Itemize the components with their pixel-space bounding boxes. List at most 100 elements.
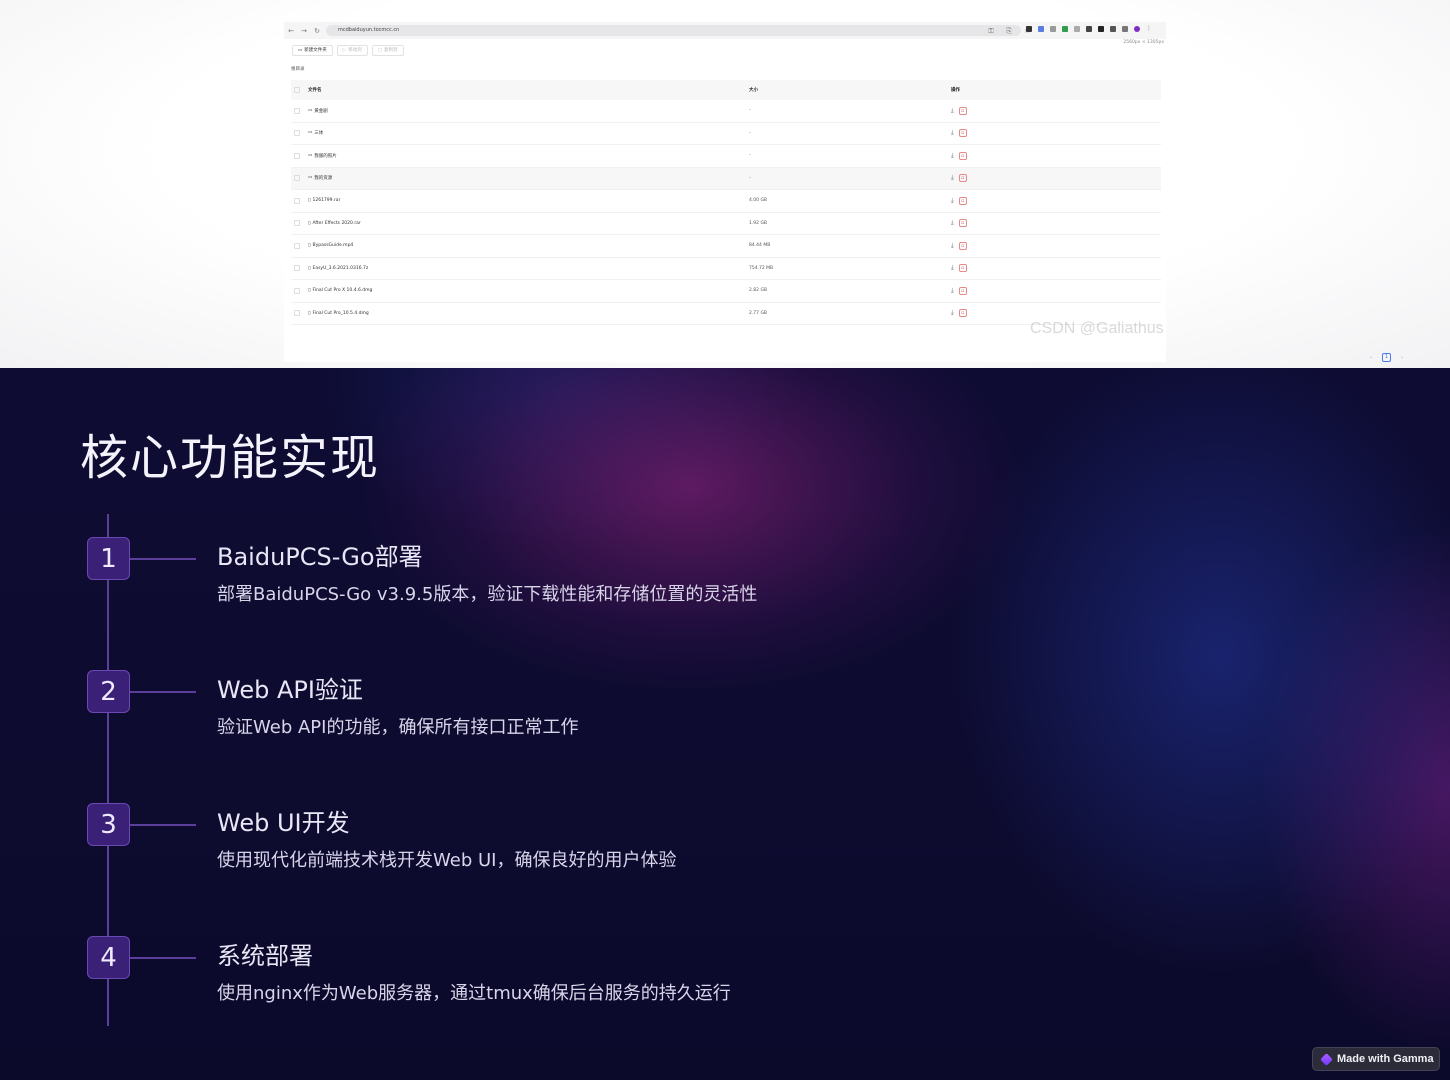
row-checkbox[interactable] [294,287,300,294]
row-actions: ⤓ ▫ [951,241,967,250]
delete-icon[interactable]: ▫ [958,309,967,318]
delete-icon[interactable]: ▫ [958,129,967,138]
download-icon[interactable]: ⤓ [951,174,954,182]
row-checkbox[interactable] [294,220,300,227]
step-connector [130,824,196,826]
file-name[interactable]: ▭ 黄金剧 [308,108,328,114]
select-all-checkbox[interactable] [294,87,300,93]
file-name-label: Final Cut Pro_10.5.4.dmg [312,310,369,316]
next-page-button[interactable]: › [1401,355,1403,361]
file-name[interactable]: ▯ BypassGuide.mp4 [308,243,353,248]
delete-icon[interactable]: ▫ [958,286,967,295]
delete-icon[interactable]: ▫ [958,174,967,183]
puzzle-icon[interactable] [1098,26,1104,32]
delete-icon[interactable]: ▫ [958,241,967,250]
header-size[interactable]: 大小 [749,87,758,93]
delete-icon[interactable]: ▫ [958,106,967,115]
back-arrow-icon[interactable]: ← [285,25,297,37]
breadcrumb[interactable]: 根目录 [291,66,305,72]
header-name[interactable]: 文件名 [308,87,322,93]
row-checkbox[interactable] [294,130,300,137]
copy-label: 复制到 [384,48,398,53]
folder-icon: ▭ [308,175,313,181]
file-name[interactable]: ▯ After Effects 2020.rar [308,221,361,226]
table-row[interactable]: ▯ After Effects 2020.rar 1.92 GB ⤓ ▫ [291,213,1161,235]
row-checkbox[interactable] [294,242,300,249]
table-row[interactable]: ▭ 我服的照片 - ⤓ ▫ [291,145,1161,168]
delete-icon[interactable]: ▫ [958,219,967,228]
table-row[interactable]: ▯ BypassGuide.mp4 84.44 MB ⤓ ▫ [291,235,1161,258]
translate-icon[interactable]: ⎘ [1003,25,1015,37]
row-checkbox[interactable] [294,152,300,159]
file-name[interactable]: ▭ 三体 [308,130,323,136]
extension-icon[interactable] [1074,26,1080,32]
download-icon[interactable]: ⤓ [951,129,954,137]
row-checkbox[interactable] [294,310,300,317]
copy-button[interactable]: ▢ 复制到 [371,45,404,56]
browser-window: ← → ↻ mcdbaiduyun.tocmcc.cn ⚿ ⎘ ☆ [284,22,1403,362]
step-number: 2 [87,670,130,713]
row-checkbox[interactable] [294,197,300,204]
row-checkbox[interactable] [294,265,300,272]
file-name-label: 1261799.rar [312,198,341,204]
extension-icon[interactable] [1026,26,1032,32]
table-header: 文件名 大小 操作 [291,80,1161,100]
download-icon[interactable]: ⤓ [951,242,954,250]
file-name[interactable]: ▯ EasyU_3.6.2021.0316.7z [308,266,368,271]
file-name[interactable]: ▯ Final Cut Pro_10.5.4.dmg [308,311,369,316]
download-icon[interactable]: ⤓ [951,107,954,115]
new-folder-button[interactable]: ▭ 新建文件夹 [292,45,333,56]
table-row[interactable]: ▯ Final Cut Pro X 10.4.6.dmg 2.82 GB ⤓ ▫ [291,280,1161,303]
file-size: 2.82 GB [749,288,768,294]
extension-icon[interactable] [1110,26,1116,32]
address-bar[interactable]: mcdbaiduyun.tocmcc.cn [326,25,1021,36]
step-description: 部署BaiduPCS-Go v3.9.5版本，验证下载性能和存储位置的灵活性 [217,584,758,605]
forward-arrow-icon[interactable]: → [298,25,310,37]
download-icon[interactable]: ⤓ [951,197,954,205]
download-icon[interactable]: ⤓ [951,219,954,227]
table-row[interactable]: ▭ 黄金剧 - ⤓ ▫ [291,100,1161,123]
download-icon[interactable]: ⤓ [951,309,954,317]
download-icon[interactable]: ⤓ [951,152,954,160]
row-checkbox[interactable] [294,175,300,182]
folder-icon: ▭ [298,48,303,53]
row-actions: ⤓ ▫ [951,219,967,228]
table-row[interactable]: ▯ EasyU_3.6.2021.0316.7z 754.72 MB ⤓ ▫ [291,258,1161,280]
key-icon[interactable]: ⚿ [985,25,997,37]
table-row[interactable]: ▭ 我的资源 - ⤓ ▫ [291,167,1161,190]
table-row[interactable]: ▭ 三体 - ⤓ ▫ [291,123,1161,145]
extension-icon[interactable] [1086,26,1092,32]
extension-icon[interactable] [1050,26,1056,32]
file-name-label: 我的资源 [314,176,333,182]
page-number-current[interactable]: 1 [1382,353,1391,362]
profile-avatar-icon[interactable] [1134,26,1140,32]
row-actions: ⤓ ▫ [951,309,967,318]
menu-dots-icon[interactable]: ⋮ [1146,26,1152,32]
file-size: 754.72 MB [749,265,774,271]
extension-icon[interactable] [1062,26,1068,32]
delete-icon[interactable]: ▫ [958,264,967,273]
download-icon[interactable]: ⤓ [951,287,954,295]
file-name[interactable]: ▯ Final Cut Pro X 10.4.6.dmg [308,288,372,293]
extension-icon[interactable] [1038,26,1044,32]
extension-icon[interactable] [1122,26,1128,32]
move-label: 移动到 [348,48,362,53]
file-name[interactable]: ▭ 我服的照片 [308,153,337,159]
reload-icon[interactable]: ↻ [311,25,323,37]
move-button[interactable]: ▷ 移动到 [336,45,368,56]
file-name[interactable]: ▭ 我的资源 [308,175,332,181]
prev-page-button[interactable]: ‹ [1370,355,1372,361]
file-name[interactable]: ▯ 1261799.rar [308,198,340,203]
made-with-gamma-badge[interactable]: Made with Gamma [1312,1047,1440,1071]
table-row[interactable]: ▯ 1261799.rar 4.00 GB ⤓ ▫ [291,190,1161,213]
file-icon: ▯ [308,310,311,316]
extension-icons: ⋮ [1026,26,1152,32]
delete-icon[interactable]: ▫ [958,151,967,160]
gamma-logo-icon [1320,1052,1333,1066]
delete-icon[interactable]: ▫ [958,196,967,205]
row-checkbox[interactable] [294,107,300,114]
row-actions: ⤓ ▫ [951,286,967,295]
step-description: 使用现代化前端技术栈开发Web UI，确保良好的用户体验 [217,850,677,871]
step-description: 使用nginx作为Web服务器，通过tmux确保后台服务的持久运行 [217,983,731,1004]
download-icon[interactable]: ⤓ [951,264,954,272]
